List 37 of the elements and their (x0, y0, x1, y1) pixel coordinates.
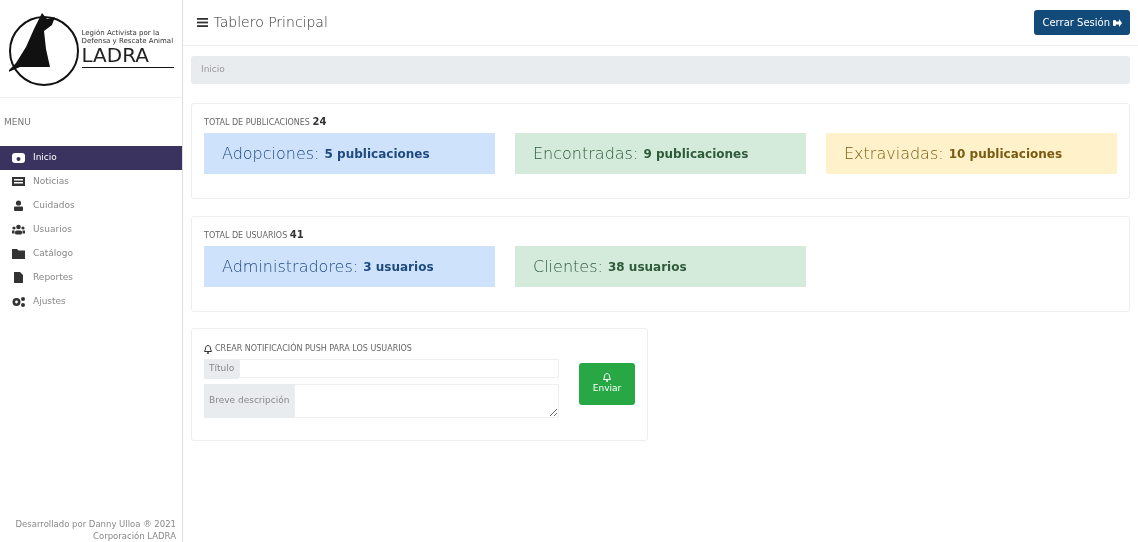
newspaper-icon (12, 176, 25, 187)
logout-button[interactable]: Cerrar Sesión (1034, 10, 1130, 35)
sidebar-item[interactable]: Usuarios (0, 217, 182, 242)
sidebar-item[interactable]: Cuidados (0, 193, 182, 218)
dashboard-icon (12, 152, 25, 163)
stat-tile: Administradores: 3 usuarios (204, 246, 495, 287)
form-heading: CREAR NOTIFICACIÓN PUSH PARA LOS USUARIOS (215, 343, 412, 355)
sidebar-item[interactable]: Catálogo (0, 241, 182, 266)
menu-label: MENU (3, 116, 32, 129)
footer-text: Corporación LADRA (92, 530, 176, 542)
section-heading: TOTAL DE PUBLICACIONES 24 (204, 115, 328, 129)
menu-icon[interactable] (197, 18, 208, 27)
page-title: Tablero Principal (213, 13, 328, 32)
document-icon (12, 272, 25, 283)
footer-text: Desarrollado por Danny Ulloa ® 2021 (14, 519, 176, 531)
field-label: Breve descripción (204, 384, 295, 418)
send-button[interactable]: Enviar (579, 363, 635, 405)
field-label: Título (204, 359, 240, 379)
logo-title: LADRA (81, 45, 150, 66)
gears-icon (12, 296, 25, 307)
description-field[interactable] (294, 384, 559, 418)
bell-icon (603, 372, 611, 382)
sidebar-item[interactable]: Inicio (0, 145, 182, 170)
stat-tile: Encontradas: 9 publicaciones (515, 133, 806, 174)
section-heading: TOTAL DE USUARIOS 41 (204, 228, 305, 242)
person-icon (12, 200, 25, 211)
stat-tile: Adopciones: 5 publicaciones (204, 133, 495, 174)
users-icon (12, 224, 25, 235)
folder-icon (12, 248, 25, 259)
breadcrumb-item[interactable]: Inicio (201, 63, 225, 77)
sidebar-item[interactable]: Noticias (0, 169, 182, 194)
stat-tile: Clientes: 38 usuarios (515, 246, 806, 287)
sidebar-item[interactable]: Ajustes (0, 289, 182, 314)
stat-tile: Extraviadas: 10 publicaciones (826, 133, 1117, 174)
sidebar-item[interactable]: Reportes (0, 265, 182, 290)
bell-icon (204, 344, 212, 354)
sign-out-icon (1113, 18, 1122, 27)
